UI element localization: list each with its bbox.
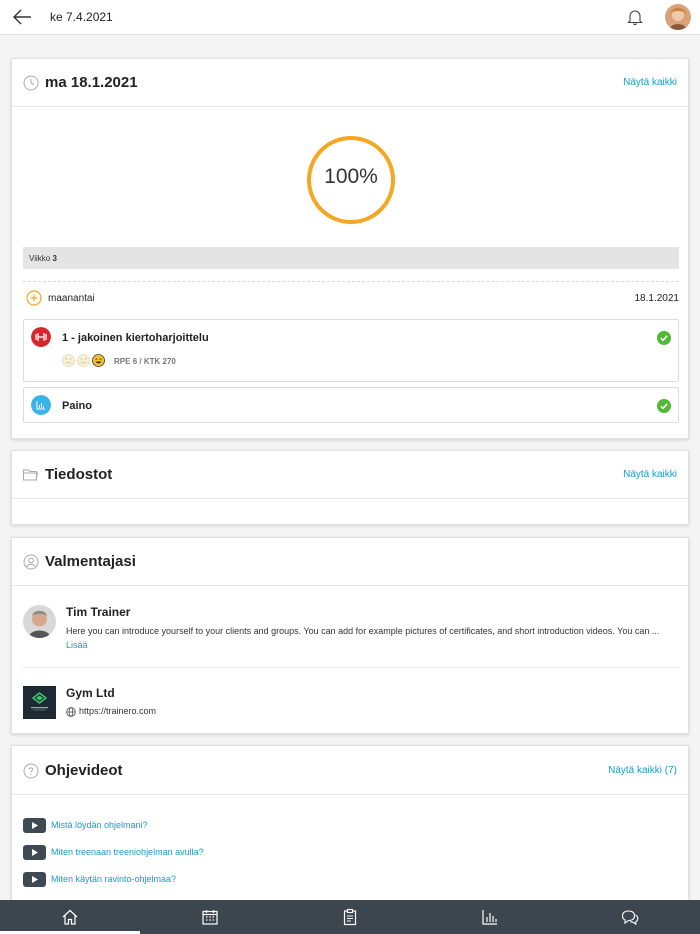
happy-face-icon — [92, 354, 105, 367]
week-number: 3 — [52, 254, 57, 263]
program-card-header: ma 18.1.2021 Näytä kaikki — [12, 59, 688, 107]
videos-title: Ohjevideot — [45, 762, 123, 779]
program-card: ma 18.1.2021 Näytä kaikki 100% Viikko 3 … — [11, 58, 689, 439]
neutral-face-icon — [77, 354, 90, 367]
user-circle-icon — [23, 554, 39, 570]
ktk-prefix: KTK — [143, 357, 161, 366]
weight-item[interactable]: Paino — [23, 387, 679, 423]
video-title: Miten käytän ravinto-ohjelmaa? — [51, 874, 177, 884]
videos-card: Ohjevideot Näytä kaikki (7) Mistä löydän… — [11, 745, 689, 905]
gym-url-link[interactable]: https://trainero.com — [79, 706, 156, 716]
home-icon — [62, 909, 78, 925]
program-date-title: ma 18.1.2021 — [45, 74, 138, 91]
coach-bio: Here you can introduce yourself to your … — [66, 624, 676, 652]
video-title: Mistä löydän ohjelmani? — [51, 820, 148, 830]
workout-item[interactable]: 1 - jakoinen kiertoharjoittelu RPE 6 / K… — [23, 319, 679, 382]
day-row: maanantai 18.1.2021 — [23, 290, 679, 308]
nav-home[interactable] — [0, 900, 140, 934]
show-all-program-link[interactable]: Näytä kaikki — [623, 77, 677, 88]
nav-clipboard[interactable] — [280, 900, 420, 934]
gym-row: Gym Ltd https://trainero.com — [23, 686, 679, 722]
gym-logo[interactable] — [23, 686, 56, 719]
ktk-value: 270 — [162, 357, 176, 366]
globe-icon — [66, 707, 76, 717]
coach-photo[interactable] — [23, 605, 56, 638]
coach-card-header: Valmentajasi — [12, 538, 688, 586]
week-label: Viikko — [29, 254, 51, 263]
bar-chart-icon — [482, 910, 497, 925]
divider — [23, 281, 679, 282]
nav-messages[interactable] — [560, 900, 700, 934]
play-icon — [23, 845, 46, 860]
gym-name: Gym Ltd — [66, 686, 115, 700]
day-date: 18.1.2021 — [634, 293, 680, 304]
coach-card: Valmentajasi Tim Trainer Here you can in… — [11, 537, 689, 734]
coach-name: Tim Trainer — [66, 605, 131, 619]
chat-icon — [621, 910, 639, 926]
user-avatar[interactable] — [665, 4, 691, 30]
check-circle-icon — [657, 331, 671, 345]
chart-icon — [31, 395, 51, 415]
show-all-files-link[interactable]: Näytä kaikki — [623, 469, 677, 480]
coach-section-title: Valmentajasi — [45, 553, 136, 570]
weight-title: Paino — [62, 400, 92, 412]
coach-bio-text: Here you can introduce yourself to your … — [66, 626, 660, 636]
videos-card-header: Ohjevideot Näytä kaikki (7) — [12, 746, 688, 795]
play-icon — [23, 872, 46, 887]
files-title: Tiedostot — [45, 466, 113, 483]
calendar-icon — [202, 910, 218, 925]
week-bar: Viikko 3 — [23, 247, 679, 269]
question-circle-icon — [23, 763, 39, 779]
play-icon — [23, 818, 46, 833]
current-date: ke 7.4.2021 — [50, 10, 113, 24]
nav-statistics[interactable] — [420, 900, 560, 934]
video-title: Miten treenaan treeniohjelman avulla? — [51, 847, 204, 857]
arrow-left-icon[interactable] — [12, 8, 32, 26]
rpe-ktk: RPE 6 / KTK 270 — [114, 357, 176, 366]
sad-face-icon — [62, 354, 75, 367]
rpe-prefix: RPE — [114, 357, 131, 366]
day-name: maanantai — [48, 293, 95, 304]
workout-title: 1 - jakoinen kiertoharjoittelu — [62, 332, 209, 344]
progress-percent: 100% — [324, 165, 378, 188]
coach-row: Tim Trainer Here you can introduce yours… — [23, 605, 679, 655]
divider — [23, 667, 679, 668]
rpe-value: 6 — [132, 357, 138, 366]
clipboard-icon — [343, 908, 357, 926]
folder-icon — [23, 469, 39, 481]
read-more-link[interactable]: Lisää — [66, 640, 88, 650]
bell-icon[interactable] — [626, 8, 644, 26]
check-circle-icon — [657, 399, 671, 413]
top-bar: ke 7.4.2021 — [0, 0, 700, 35]
clock-icon — [23, 75, 39, 91]
files-card-header: Tiedostot Näytä kaikki — [12, 451, 688, 499]
plus-circle-icon[interactable] — [26, 290, 42, 306]
files-card: Tiedostot Näytä kaikki — [11, 450, 689, 525]
dumbbell-icon — [31, 327, 51, 347]
show-all-videos-link[interactable]: Näytä kaikki (7) — [608, 765, 677, 776]
bottom-nav — [0, 900, 700, 934]
nav-calendar[interactable] — [140, 900, 280, 934]
